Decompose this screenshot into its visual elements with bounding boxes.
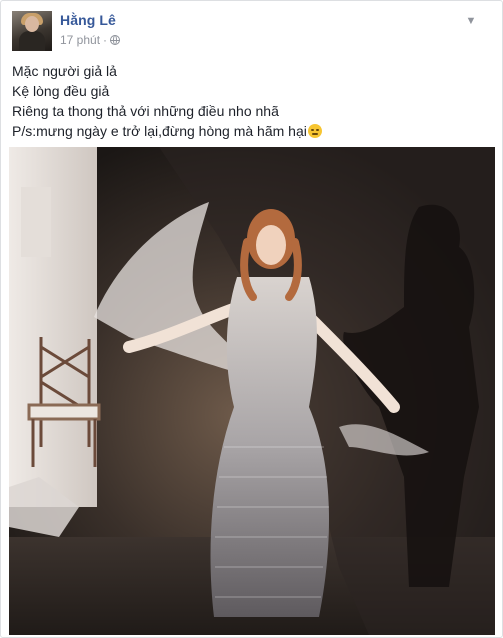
post-card: Hằng Lê 17 phút · ▼ Mặc người giả lả Kệ … (0, 0, 503, 638)
post-meta: 17 phút · (60, 32, 121, 48)
meta-separator: · (103, 33, 108, 47)
post-line: Riêng ta thong thả với những điều nho nh… (12, 103, 279, 119)
post-line-ps: P/s:mưng ngày e trở lại,đừng hòng mà hãm… (12, 121, 490, 141)
post-line: Mặc người giả lả (12, 63, 117, 79)
angry-face-emoji-icon (307, 124, 322, 138)
post-photo[interactable] (9, 147, 495, 635)
post-header: Hằng Lê 17 phút · ▼ (12, 11, 482, 51)
globe-icon[interactable] (110, 35, 121, 45)
post-timestamp-link[interactable]: 17 phút (60, 33, 100, 47)
post-message: Mặc người giả lả Kệ lòng đều giả Riêng t… (12, 61, 490, 141)
photo-illustration (9, 147, 495, 635)
author-name-link[interactable]: Hằng Lê (60, 12, 116, 28)
author-avatar[interactable] (12, 11, 52, 51)
chevron-down-icon: ▼ (465, 15, 477, 27)
post-line: Kệ lòng đều giả (12, 83, 110, 99)
post-options-button[interactable]: ▼ (464, 15, 478, 27)
post-line: P/s:mưng ngày e trở lại,đừng hòng mà hãm… (12, 123, 307, 139)
